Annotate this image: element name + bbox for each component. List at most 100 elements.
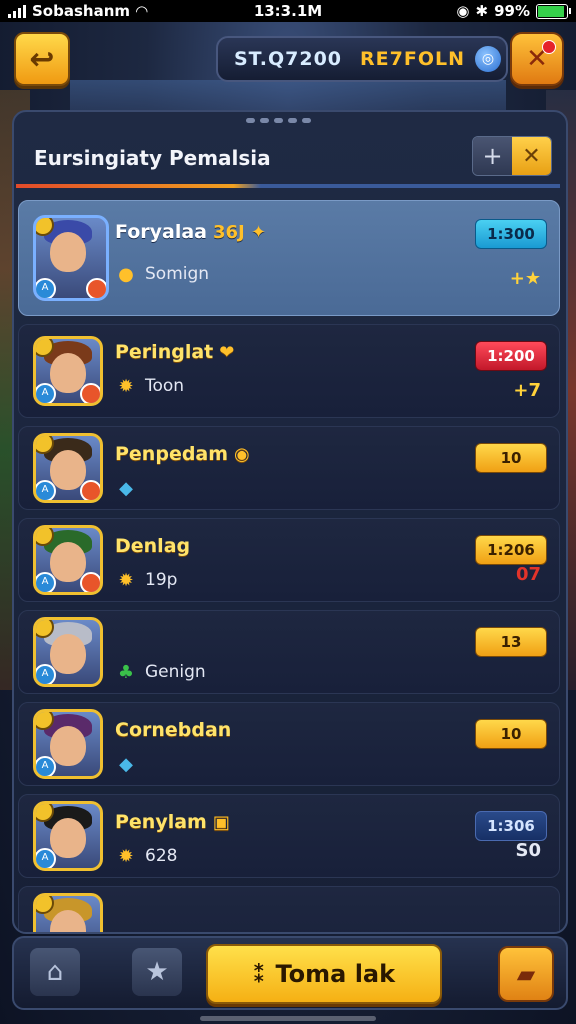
top-hud: ↩ ST.Q7200 RE7FOLN ◎ ✕ [0, 30, 576, 86]
player-list: A Foryalaa 36J ✦ ● Somign 1:300 +★ A Perin… [18, 200, 560, 934]
player-name [115, 903, 121, 925]
reward-value: ★ [525, 932, 541, 934]
list-item[interactable]: A ▰ Gentteno ★ [18, 886, 560, 934]
reward-value: 07 [515, 564, 541, 585]
player-subtitle: ✹ 628 [115, 845, 177, 867]
player-name: Foryalaa 36J ✦ [115, 221, 267, 243]
gear-icon: ✹ [118, 845, 134, 867]
alarm-icon: ◉ [456, 2, 470, 20]
back-arrow-icon: ↩ [29, 41, 55, 77]
reward-value: S0 [515, 840, 542, 861]
primary-action-button[interactable]: ⁑ Toma lak [206, 944, 442, 1004]
player-name: Penylam ▣ [115, 811, 230, 833]
player-subtitle-text: Genign [145, 662, 206, 682]
class-badge-icon: A [36, 278, 56, 298]
element-badge-icon [80, 480, 100, 500]
status-bar: Sobashanm ◠ 13:3.1M ◉ ✱ 99% [0, 0, 576, 22]
player-subtitle-text: Toon [145, 376, 185, 396]
player-avatar: A [33, 709, 103, 779]
gear-icon: ✹ [118, 375, 134, 397]
chat-icon: ▰ [516, 960, 536, 988]
battle-button[interactable]: ✕ [510, 32, 564, 86]
battery-percent: 99% [494, 2, 530, 20]
element-badge-icon [80, 572, 100, 592]
score-pill[interactable]: 10 [475, 719, 547, 749]
list-item[interactable]: A Foryalaa 36J ✦ ● Somign 1:300 +★ [18, 200, 560, 316]
currency-secondary: RE7FOLN [360, 48, 465, 70]
class-badge-icon: A [36, 664, 56, 684]
home-icon: ⌂ [46, 957, 64, 987]
player-name: Cornebdan [115, 719, 232, 741]
home-indicator [200, 1016, 376, 1021]
class-badge-icon: A [36, 756, 56, 776]
panel-title: Eursingiaty Pemalsia [34, 146, 271, 170]
clover-icon: ♣ [117, 661, 135, 683]
chat-button[interactable]: ▰ [498, 946, 554, 1002]
player-avatar: A [33, 525, 103, 595]
bluetooth-icon: ✱ [475, 2, 489, 20]
player-subtitle: ✹ 19p [115, 569, 177, 591]
player-subtitle: ◆ [115, 477, 145, 499]
player-avatar: A [33, 215, 109, 301]
currency-display[interactable]: ST.Q7200 RE7FOLN ◎ [216, 36, 508, 82]
battery-icon [536, 3, 571, 19]
player-subtitle: ✹ Toon [115, 375, 184, 397]
list-item[interactable]: A Peringlat ❤ ✹ Toon 1:200 +7 [18, 324, 560, 418]
add-button[interactable]: + [473, 137, 512, 175]
player-avatar: A [33, 617, 103, 687]
favorites-button[interactable]: ★ [132, 948, 182, 996]
score-pill[interactable]: 1:206 [475, 535, 547, 565]
name-badge-icon: ❤ [219, 342, 235, 363]
notification-dot [542, 40, 556, 54]
player-avatar: A [33, 433, 103, 503]
primary-action-label: Toma lak [275, 960, 396, 988]
list-item[interactable]: A Cornebdan ◆ 10 [18, 702, 560, 786]
coin-icon: ● [118, 263, 134, 285]
player-subtitle: ◆ [115, 753, 145, 775]
player-avatar: A [33, 893, 103, 932]
player-name: Denlag [115, 535, 191, 557]
gem-icon: ◆ [119, 477, 133, 499]
gear-icon: ✹ [118, 569, 134, 591]
score-pill[interactable]: 10 [475, 443, 547, 473]
list-item[interactable]: A ♣ Genign 13 [18, 610, 560, 694]
player-avatar: A [33, 336, 103, 406]
score-pill[interactable]: 1:306 [475, 811, 547, 841]
player-subtitle-text: 19p [145, 570, 178, 590]
class-badge-icon: A [36, 572, 56, 592]
score-pill[interactable]: 13 [475, 627, 547, 657]
home-button[interactable]: ⌂ [30, 948, 80, 996]
panel-actions: + ✕ [472, 136, 552, 176]
reward-value: +7 [513, 380, 541, 401]
primary-action-prefix: ⁑ [252, 960, 266, 988]
progress-divider [16, 184, 560, 188]
list-item[interactable]: A Penylam ▣ ✹ 628 1:306 S0 [18, 794, 560, 878]
element-badge-icon [80, 383, 100, 403]
player-subtitle-text: Somign [145, 264, 210, 284]
list-item[interactable]: A Penpedam ◉ ◆ 10 [18, 426, 560, 510]
currency-primary: ST.Q7200 [234, 48, 343, 70]
back-button[interactable]: ↩ [14, 32, 70, 86]
leaderboard-panel: Eursingiaty Pemalsia + ✕ A Foryalaa 36J ✦… [12, 110, 568, 934]
player-name: Penpedam ◉ [115, 443, 250, 465]
player-subtitle: ♣ Genign [115, 661, 206, 683]
element-badge-icon [86, 278, 106, 298]
name-badge-icon: 36J ✦ [213, 222, 267, 243]
score-pill[interactable]: 1:200 [475, 341, 547, 371]
player-name [115, 627, 121, 649]
name-badge-icon: ▣ [212, 812, 230, 833]
player-avatar: A [33, 801, 103, 871]
class-badge-icon: A [36, 848, 56, 868]
list-item[interactable]: A Denlag ✹ 19p 1:206 07 [18, 518, 560, 602]
player-name: Peringlat ❤ [115, 341, 235, 363]
reward-value: +★ [509, 268, 541, 289]
gem-icon: ◆ [119, 753, 133, 775]
class-badge-icon: A [36, 480, 56, 500]
score-pill[interactable]: 1:300 [475, 219, 547, 249]
drag-handle[interactable] [246, 118, 311, 123]
player-subtitle: ● Somign [115, 263, 209, 285]
bottom-nav: ⌂ ★ ⁑ Toma lak ▰ [12, 936, 568, 1010]
close-button[interactable]: ✕ [512, 137, 551, 175]
name-badge-icon: ◉ [234, 444, 250, 465]
star-icon: ★ [145, 957, 169, 987]
